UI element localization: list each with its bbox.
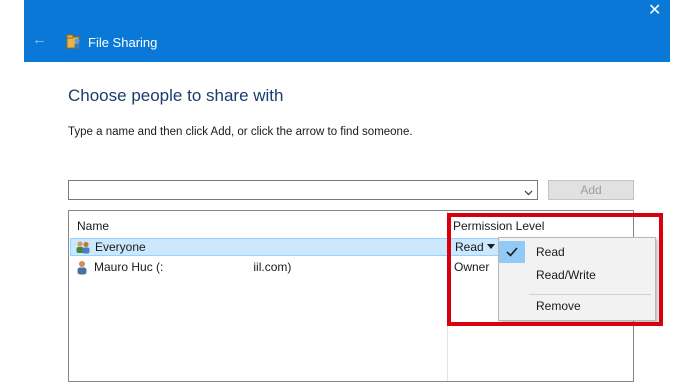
group-icon	[75, 240, 91, 255]
chevron-down-icon[interactable]	[524, 184, 533, 196]
instruction-text: Type a name and then click Add, or click…	[68, 126, 413, 138]
add-button[interactable]: Add	[548, 180, 634, 200]
title-bar: ← File Sharing ✕	[24, 0, 670, 62]
window-title: File Sharing	[88, 35, 158, 50]
background-left	[0, 0, 24, 388]
column-header-name[interactable]: Name	[77, 219, 109, 233]
back-arrow-icon[interactable]: ←	[32, 32, 47, 47]
file-sharing-dialog: ← File Sharing ✕ Choose people to share …	[24, 0, 670, 388]
name-combobox[interactable]	[68, 180, 538, 200]
checkmark-icon	[505, 245, 519, 259]
close-icon[interactable]: ✕	[648, 3, 661, 19]
menu-item-read-write[interactable]: Read/Write	[536, 264, 596, 286]
menu-item-read[interactable]: Read	[536, 241, 565, 263]
page-heading: Choose people to share with	[68, 86, 284, 105]
permission-menu[interactable]: Read Read/Write Remove	[498, 237, 656, 321]
menu-item-check-area	[499, 241, 525, 263]
permission-dropdown-value[interactable]: Read	[455, 240, 484, 255]
background-right	[670, 0, 700, 388]
column-header-permission[interactable]: Permission Level	[453, 219, 544, 233]
menu-item-remove[interactable]: Remove	[536, 295, 581, 317]
caret-down-icon[interactable]	[487, 244, 495, 249]
row-name: Mauro Huc (: iil.com)	[94, 260, 292, 274]
row-name: Everyone	[95, 240, 146, 254]
file-sharing-icon	[66, 33, 82, 49]
permission-value: Owner	[454, 260, 490, 274]
column-separator	[447, 211, 448, 381]
user-icon	[74, 260, 90, 275]
